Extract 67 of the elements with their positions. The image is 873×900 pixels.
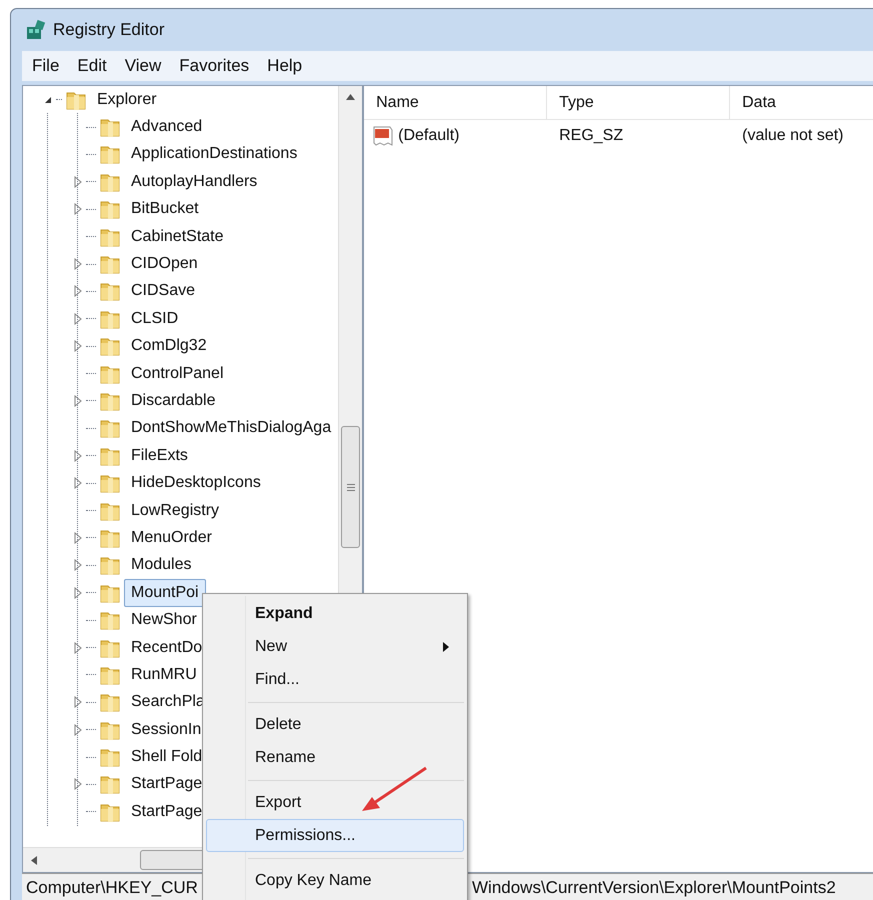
- menu-item[interactable]: Permissions...: [206, 819, 464, 852]
- expand-icon[interactable]: [73, 586, 83, 599]
- expand-icon[interactable]: [73, 285, 83, 298]
- scroll-up-icon[interactable]: [346, 94, 356, 100]
- value-type: REG_SZ: [558, 126, 624, 146]
- menu-item[interactable]: View: [124, 53, 162, 79]
- window-title: Registry Editor: [53, 19, 164, 42]
- expand-icon[interactable]: [73, 340, 83, 352]
- tree-item[interactable]: CLSID: [124, 304, 186, 333]
- column-header[interactable]: Type: [547, 86, 730, 119]
- expand-icon[interactable]: [73, 477, 83, 490]
- tree-item[interactable]: Modules: [124, 551, 198, 580]
- tree-item[interactable]: ControlPanel: [124, 360, 230, 388]
- tree-item[interactable]: AutoplayHandlers: [124, 168, 264, 196]
- tree-item[interactable]: ApplicationDestinations: [124, 140, 304, 168]
- expand-icon[interactable]: [73, 450, 83, 462]
- value-name: (Default): [398, 126, 460, 146]
- tree-item[interactable]: Advanced: [124, 113, 210, 142]
- expand-icon[interactable]: [73, 258, 83, 270]
- status-text: Windows\CurrentVersion\Explorer\MountPoints2: [472, 878, 836, 897]
- expand-icon[interactable]: [73, 312, 83, 325]
- expand-icon[interactable]: [73, 778, 83, 790]
- tree-item[interactable]: ComDlg32: [124, 332, 214, 360]
- menu-item[interactable]: Favorites: [179, 53, 250, 79]
- menu-item[interactable]: Rename: [206, 741, 464, 774]
- menu-item[interactable]: Find...: [206, 663, 464, 696]
- tree-item[interactable]: LowRegistry: [124, 496, 226, 525]
- tree-item[interactable]: Explorer: [90, 86, 164, 113]
- expand-icon[interactable]: [73, 724, 83, 736]
- tree-item[interactable]: MenuOrder: [124, 524, 219, 552]
- menu-item[interactable]: Delete: [206, 708, 464, 741]
- menu-item[interactable]: Export: [206, 786, 464, 819]
- collapse-icon[interactable]: [43, 94, 53, 105]
- tree-item[interactable]: CIDOpen: [124, 250, 205, 278]
- expand-icon[interactable]: [73, 203, 83, 216]
- tree-item[interactable]: BitBucket: [124, 195, 206, 224]
- tree-item[interactable]: CIDSave: [124, 277, 202, 306]
- submenu-arrow-icon: [443, 642, 449, 652]
- scroll-thumb[interactable]: [341, 426, 360, 548]
- tree-item[interactable]: HideDesktopIcons: [124, 469, 268, 498]
- scroll-left-icon[interactable]: [31, 856, 37, 865]
- menu-item[interactable]: Copy Key Name: [206, 864, 464, 897]
- expand-icon[interactable]: [73, 532, 83, 544]
- tree-item[interactable]: CabinetState: [124, 222, 231, 251]
- expand-icon[interactable]: [73, 696, 83, 708]
- expand-icon[interactable]: [73, 642, 83, 654]
- value-data: (value not set): [741, 126, 844, 146]
- tree-item[interactable]: DontShowMeThisDialogAga: [124, 414, 338, 442]
- expand-icon[interactable]: [73, 394, 83, 407]
- tree-item[interactable]: RunMRU: [124, 660, 204, 689]
- menu-item[interactable]: New: [206, 630, 464, 663]
- menu-item[interactable]: Edit: [77, 53, 107, 79]
- column-header[interactable]: Data: [730, 86, 873, 119]
- tree-item[interactable]: NewShor: [124, 606, 204, 634]
- grip-icon: [346, 484, 355, 490]
- string-value-icon: [372, 125, 394, 147]
- tree-item[interactable]: Discardable: [124, 387, 222, 415]
- status-text: Computer\HKEY_CUR: [26, 878, 198, 897]
- menu-item[interactable]: Help: [267, 53, 302, 79]
- menu-item[interactable]: File: [32, 53, 60, 79]
- tree-item[interactable]: MountPoi: [124, 578, 206, 607]
- menu-item[interactable]: Expand: [206, 597, 464, 630]
- column-header[interactable]: Name: [364, 86, 548, 119]
- registry-icon: [25, 19, 47, 41]
- expand-icon[interactable]: [73, 559, 83, 572]
- tree-item[interactable]: FileExts: [124, 442, 195, 470]
- expand-icon[interactable]: [73, 176, 83, 188]
